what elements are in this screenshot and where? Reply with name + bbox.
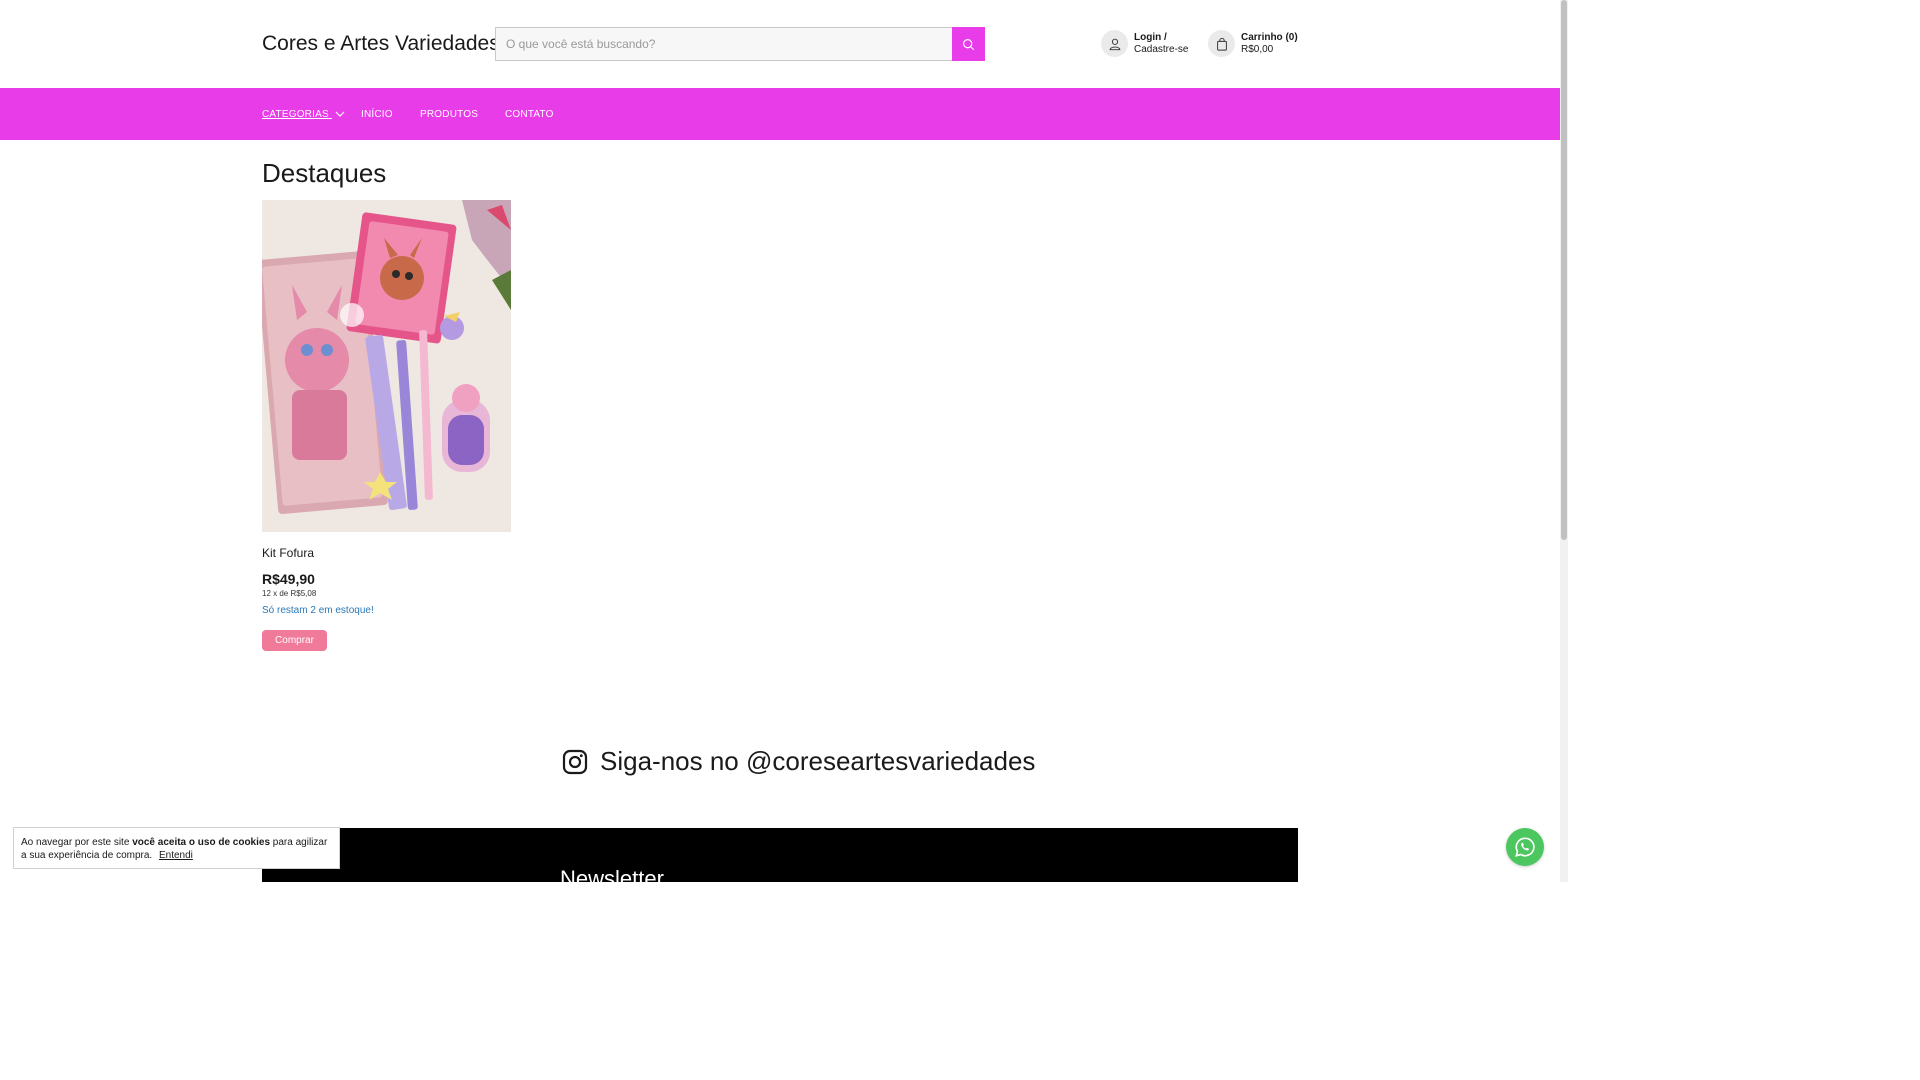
scrollbar-thumb[interactable] <box>1561 0 1567 540</box>
product-name[interactable]: Kit Fofura <box>262 546 314 560</box>
instagram-icon <box>562 749 588 774</box>
nav-categorias-label: CATEGORIAS <box>262 109 329 120</box>
buy-button[interactable]: Comprar <box>262 630 327 651</box>
cart-link[interactable]: Carrinho (0) R$0,00 <box>1208 30 1298 57</box>
cookie-text-bold: você aceita o uso de cookies <box>132 837 271 848</box>
chevron-down-icon <box>335 111 345 118</box>
search-icon <box>963 38 975 50</box>
login-label: Login / <box>1134 31 1167 43</box>
newsletter-title: Newsletter <box>560 866 664 882</box>
footer: Newsletter <box>262 828 1298 882</box>
main-nav: CATEGORIAS INÍCIO PRODUTOS CONTATO <box>0 88 1560 140</box>
search-bar <box>495 27 985 61</box>
nav-contato[interactable]: CONTATO <box>505 109 554 120</box>
cookie-accept-link[interactable]: Entendi <box>159 850 193 861</box>
shopping-bag-icon <box>1208 30 1235 57</box>
cookie-banner: Ao navegar por este site você aceita o u… <box>13 827 340 869</box>
whatsapp-button[interactable] <box>1506 828 1544 866</box>
search-input[interactable] <box>495 27 953 61</box>
cookie-text-before: Ao navegar por este site <box>21 837 133 848</box>
whatsapp-icon <box>1515 837 1535 857</box>
instagram-link[interactable]: Siga-nos no @coreseartesvariedades <box>562 746 1035 777</box>
cart-count: Carrinho (0) <box>1241 31 1298 43</box>
account-link[interactable]: Login / Cadastre-se <box>1101 30 1188 57</box>
instagram-text: Siga-nos no @coreseartesvariedades <box>600 746 1036 776</box>
nav-inicio[interactable]: INÍCIO <box>361 109 393 120</box>
brand-name[interactable]: Cores e Artes Variedades <box>262 32 500 56</box>
product-image[interactable] <box>262 200 511 532</box>
page-scrollbar[interactable] <box>1560 0 1568 882</box>
signup-label: Cadastre-se <box>1134 43 1189 55</box>
product-stock-notice: Só restam 2 em estoque! <box>262 605 374 616</box>
product-installments: 12 x de R$5,08 <box>262 589 317 598</box>
user-icon <box>1101 30 1128 57</box>
search-button[interactable] <box>952 27 985 61</box>
cart-total: R$0,00 <box>1241 43 1274 55</box>
section-title: Destaques <box>262 158 387 188</box>
product-price: R$49,90 <box>262 571 315 587</box>
nav-categorias[interactable]: CATEGORIAS <box>262 109 345 120</box>
nav-produtos[interactable]: PRODUTOS <box>420 109 478 120</box>
site-header: Cores e Artes Variedades Login / Cadastr… <box>0 0 1560 88</box>
